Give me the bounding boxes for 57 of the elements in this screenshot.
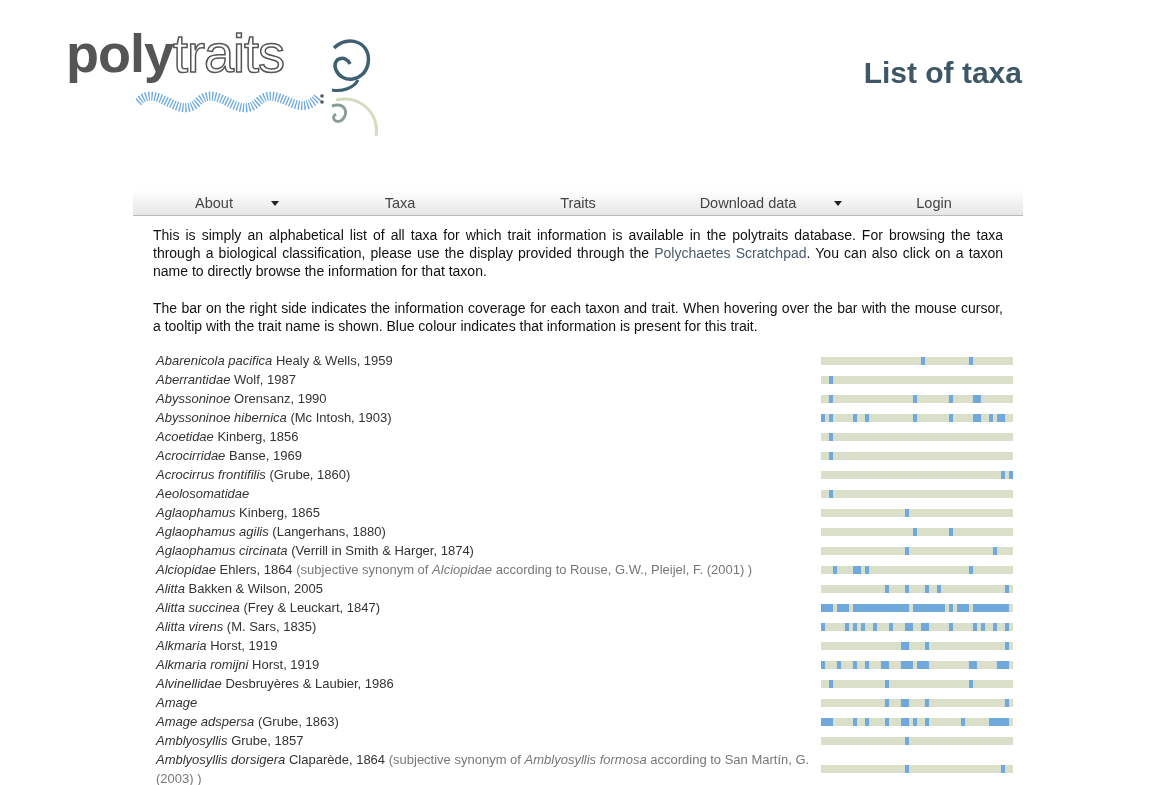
- taxon-link[interactable]: Acrocirrus frontifilis (Grube, 1860): [156, 465, 811, 484]
- coverage-bar[interactable]: [821, 641, 1013, 650]
- coverage-bar[interactable]: [821, 432, 1013, 441]
- taxon-link[interactable]: Alitta virens (M. Sars, 1835): [156, 617, 811, 636]
- taxon-link[interactable]: Alitta Bakken & Wilson, 2005: [156, 579, 811, 598]
- nav-item[interactable]: Traits: [489, 190, 667, 215]
- taxon-link[interactable]: Amblyosyllis Grube, 1857: [156, 731, 811, 750]
- coverage-bar[interactable]: [821, 489, 1013, 498]
- coverage-bar[interactable]: [821, 508, 1013, 517]
- coverage-bar[interactable]: [821, 470, 1013, 479]
- coverage-bar[interactable]: [821, 375, 1013, 384]
- taxon-link[interactable]: Aglaophamus circinata (Verrill in Smith & Harger, 1874): [156, 541, 811, 560]
- taxon-link[interactable]: Acrocirridae Banse, 1969: [156, 446, 811, 465]
- page-title: List of taxa: [863, 55, 1022, 91]
- taxon-link[interactable]: Acoetidae Kinberg, 1856: [156, 427, 811, 446]
- nav-item[interactable]: About: [133, 190, 311, 215]
- coverage-bar[interactable]: [821, 679, 1013, 688]
- intro-paragraph: The bar on the right side indicates the information coverage for each taxon and trait. When hovering over the bar with the mouse cursor, a tooltip with the trait name is shown. Blue colour indicates that information is present for this trait.: [153, 299, 1003, 335]
- taxon-link[interactable]: Aeolosomatidae: [156, 484, 811, 503]
- taxon-link[interactable]: Amage: [156, 693, 811, 712]
- coverage-bar[interactable]: [821, 603, 1013, 612]
- taxon-link[interactable]: Alvinellidae Desbruyères & Laubier, 1986: [156, 674, 811, 693]
- coverage-bar[interactable]: [821, 660, 1013, 669]
- coverage-bar[interactable]: [821, 356, 1013, 365]
- caret-icon: [270, 201, 279, 206]
- nav-item[interactable]: Download data: [667, 190, 845, 215]
- coverage-bar[interactable]: [821, 527, 1013, 536]
- caret-icon: [834, 201, 843, 206]
- logo-text: traits: [173, 26, 285, 80]
- taxon-link[interactable]: Amage adspersa (Grube, 1863): [156, 712, 811, 731]
- scratchpad-link[interactable]: Polychaetes Scratchpad: [654, 245, 807, 261]
- coverage-bar[interactable]: [821, 584, 1013, 593]
- taxon-link[interactable]: Abyssoninoe hibernica (Mc Intosh, 1903): [156, 408, 811, 427]
- taxon-link[interactable]: Alkmaria Horst, 1919: [156, 636, 811, 655]
- taxon-link[interactable]: Aglaophamus agilis (Langerhans, 1880): [156, 522, 811, 541]
- coverage-bar[interactable]: [821, 698, 1013, 707]
- taxon-link[interactable]: Aglaophamus Kinberg, 1865: [156, 503, 811, 522]
- coverage-bar[interactable]: [821, 565, 1013, 574]
- coverage-bar[interactable]: [821, 765, 1013, 773]
- taxon-link[interactable]: Aberrantidae Wolf, 1987: [156, 370, 811, 389]
- taxon-link[interactable]: Alkmaria romijni Horst, 1919: [156, 655, 811, 674]
- coverage-bar[interactable]: [821, 413, 1013, 422]
- taxon-link[interactable]: Alitta succinea (Frey & Leuckart, 1847): [156, 598, 811, 617]
- coverage-bar[interactable]: [821, 717, 1013, 726]
- coverage-bar[interactable]: [821, 622, 1013, 631]
- taxon-link[interactable]: Alciopidae Ehlers, 1864 (subjective synonym of Alciopidae according to Rouse, G.W., Pleijel, F. (2001) ): [156, 560, 811, 579]
- coverage-bar[interactable]: [821, 394, 1013, 403]
- coverage-bar[interactable]: [821, 451, 1013, 460]
- taxon-link[interactable]: Abyssoninoe Orensanz, 1990: [156, 389, 811, 408]
- taxon-link[interactable]: Amblyosyllis dorsigera Claparède, 1864 (subjective synonym of Amblyosyllis formosa according to San Martín, G. (2003) ): [156, 750, 811, 785]
- coverage-bar[interactable]: [821, 546, 1013, 555]
- taxon-link[interactable]: Abarenicola pacifica Healy & Wells, 1959: [156, 351, 811, 370]
- coverage-bar[interactable]: [821, 736, 1013, 745]
- nav-item[interactable]: Login: [845, 190, 1023, 215]
- nav-item[interactable]: Taxa: [311, 190, 489, 215]
- polytraits-logo[interactable]: polytraits: [66, 26, 386, 134]
- intro-paragraph: This is simply an alphabetical list of all taxa for which trait information is available in the polytraits database. For browsing the taxa through a biological classification, please use the display provided through the Polychaetes Scratchpad. You can also click on a taxon name to directly browse the information for that taxon.: [153, 226, 1003, 280]
